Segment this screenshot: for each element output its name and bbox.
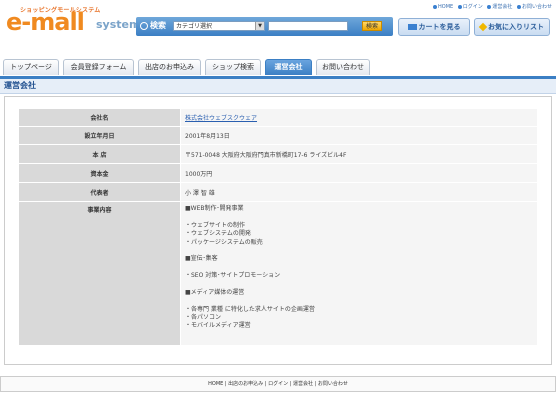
business-line: ■宣伝･集客 bbox=[185, 255, 218, 263]
main-nav: トップページ 会員登録フォーム 出店のお申込み ショップ検索 運営会社 お問い合… bbox=[0, 59, 556, 79]
top-link-contact[interactable]: お問い合わせ bbox=[522, 4, 552, 10]
view-cart-label: カートを見る bbox=[418, 23, 461, 31]
content-box: 会社名 株式会社ウェブスクウェア 設立年月日 2001年8月13日 本 店 〒5… bbox=[4, 96, 552, 365]
search-input[interactable] bbox=[268, 21, 348, 31]
footer-link-login[interactable]: ログイン bbox=[268, 381, 288, 387]
top-link-home[interactable]: HOME bbox=[438, 4, 453, 10]
row-label: 本 店 bbox=[18, 144, 181, 164]
category-select-value: カテゴリ選択 bbox=[176, 23, 213, 30]
logo[interactable]: e-mall bbox=[6, 10, 85, 34]
tab-store-application[interactable]: 出店のお申込み bbox=[138, 59, 201, 75]
business-line: ・ウェブシステムの開発 bbox=[185, 230, 251, 238]
business-line bbox=[185, 281, 537, 289]
row-label: 資本金 bbox=[18, 163, 181, 183]
top-link-company[interactable]: 運営会社 bbox=[492, 4, 512, 10]
business-line bbox=[185, 213, 537, 221]
row-label: 会社名 bbox=[18, 108, 181, 127]
footer-links: HOME | 出店のお申込み | ログイン | 運営会社 | お問い合わせ bbox=[0, 376, 556, 392]
tab-top-page[interactable]: トップページ bbox=[3, 59, 59, 75]
cart-icon bbox=[407, 24, 417, 30]
search-button[interactable]: 検索 bbox=[362, 21, 382, 31]
footer-link-store-application[interactable]: 出店のお申込み bbox=[228, 381, 263, 387]
search-label: 検索 bbox=[150, 21, 166, 30]
table-row: 事業内容 ■WEB制作･開発事業 ・ウェブサイトの制作 ・ウェブシステムの開発 … bbox=[18, 201, 538, 346]
business-line: ■メディア媒体の運営 bbox=[185, 288, 245, 296]
top-links: HOME ログイン 運営会社 お問い合わせ bbox=[430, 3, 552, 10]
business-line bbox=[185, 247, 537, 255]
favorites-label: お気に入りリスト bbox=[488, 23, 544, 31]
row-label: 設立年月日 bbox=[18, 126, 181, 145]
tab-member-registration[interactable]: 会員登録フォーム bbox=[63, 59, 134, 75]
tab-company[interactable]: 運営会社 bbox=[265, 59, 312, 75]
page-title: 運営会社 bbox=[4, 81, 36, 90]
row-value: 1000万円 bbox=[180, 163, 538, 183]
page: ショッピングモールシステム e-mall system 検索 カテゴリ選択 ▼ … bbox=[0, 0, 556, 395]
logo-system-text: system bbox=[96, 18, 141, 31]
top-link-login[interactable]: ログイン bbox=[463, 4, 483, 10]
business-line: ■WEB制作･開発事業 bbox=[185, 205, 244, 212]
footer-link-home[interactable]: HOME bbox=[208, 381, 223, 387]
business-content: ■WEB制作･開発事業 ・ウェブサイトの制作 ・ウェブシステムの開発 ・パッケー… bbox=[180, 201, 538, 346]
tab-contact[interactable]: お問い合わせ bbox=[316, 59, 370, 75]
bullet-icon bbox=[457, 4, 462, 9]
table-row: 会社名 株式会社ウェブスクウェア bbox=[18, 108, 538, 127]
table-row: 代表者 小 澤 智 雄 bbox=[18, 182, 538, 202]
business-line: ・モバイルメディア運営 bbox=[185, 322, 251, 330]
table-row: 本 店 〒571-0048 大阪府大阪府門真市新橋町17-6 ライズビル4F bbox=[18, 144, 538, 164]
row-value: 株式会社ウェブスクウェア bbox=[180, 108, 538, 127]
business-line: ・SEO 対策･サイトプロモーション bbox=[185, 272, 281, 280]
business-line bbox=[185, 264, 537, 272]
bullet-icon bbox=[433, 4, 437, 9]
row-value: 〒571-0048 大阪府大阪府門真市新橋町17-6 ライズビル4F bbox=[180, 144, 538, 164]
table-row: 資本金 1000万円 bbox=[18, 163, 538, 183]
business-line: ・各専門 業種 に特化した求人サイトの企画運営 bbox=[185, 305, 315, 313]
business-line bbox=[185, 297, 537, 305]
company-name-link[interactable]: 株式会社ウェブスクウェア bbox=[185, 115, 257, 122]
star-icon bbox=[478, 22, 488, 32]
row-label: 事業内容 bbox=[18, 201, 181, 346]
footer-link-company[interactable]: 運営会社 bbox=[293, 381, 313, 387]
footer-link-contact[interactable]: お問い合わせ bbox=[318, 381, 348, 387]
row-value: 小 澤 智 雄 bbox=[180, 182, 538, 202]
favorites-button[interactable]: お気に入りリスト bbox=[474, 18, 550, 36]
bullet-icon bbox=[516, 4, 521, 9]
search-bar: 検索 カテゴリ選択 ▼ 検索 bbox=[136, 17, 393, 36]
company-info-table: 会社名 株式会社ウェブスクウェア 設立年月日 2001年8月13日 本 店 〒5… bbox=[18, 108, 538, 346]
view-cart-button[interactable]: カートを見る bbox=[398, 18, 470, 36]
table-row: 設立年月日 2001年8月13日 bbox=[18, 126, 538, 145]
search-icon bbox=[140, 22, 148, 30]
business-line: ・パッケージシステムの販売 bbox=[185, 238, 263, 246]
tab-shop-search[interactable]: ショップ検索 bbox=[205, 59, 261, 75]
business-line: ・ウェブサイトの制作 bbox=[185, 221, 246, 229]
page-title-bar: 運営会社 bbox=[0, 79, 556, 94]
row-label: 代表者 bbox=[18, 182, 181, 202]
row-value: 2001年8月13日 bbox=[180, 126, 538, 145]
bullet-icon bbox=[487, 4, 492, 9]
chevron-down-icon: ▼ bbox=[255, 22, 264, 30]
category-select[interactable]: カテゴリ選択 ▼ bbox=[173, 21, 265, 31]
